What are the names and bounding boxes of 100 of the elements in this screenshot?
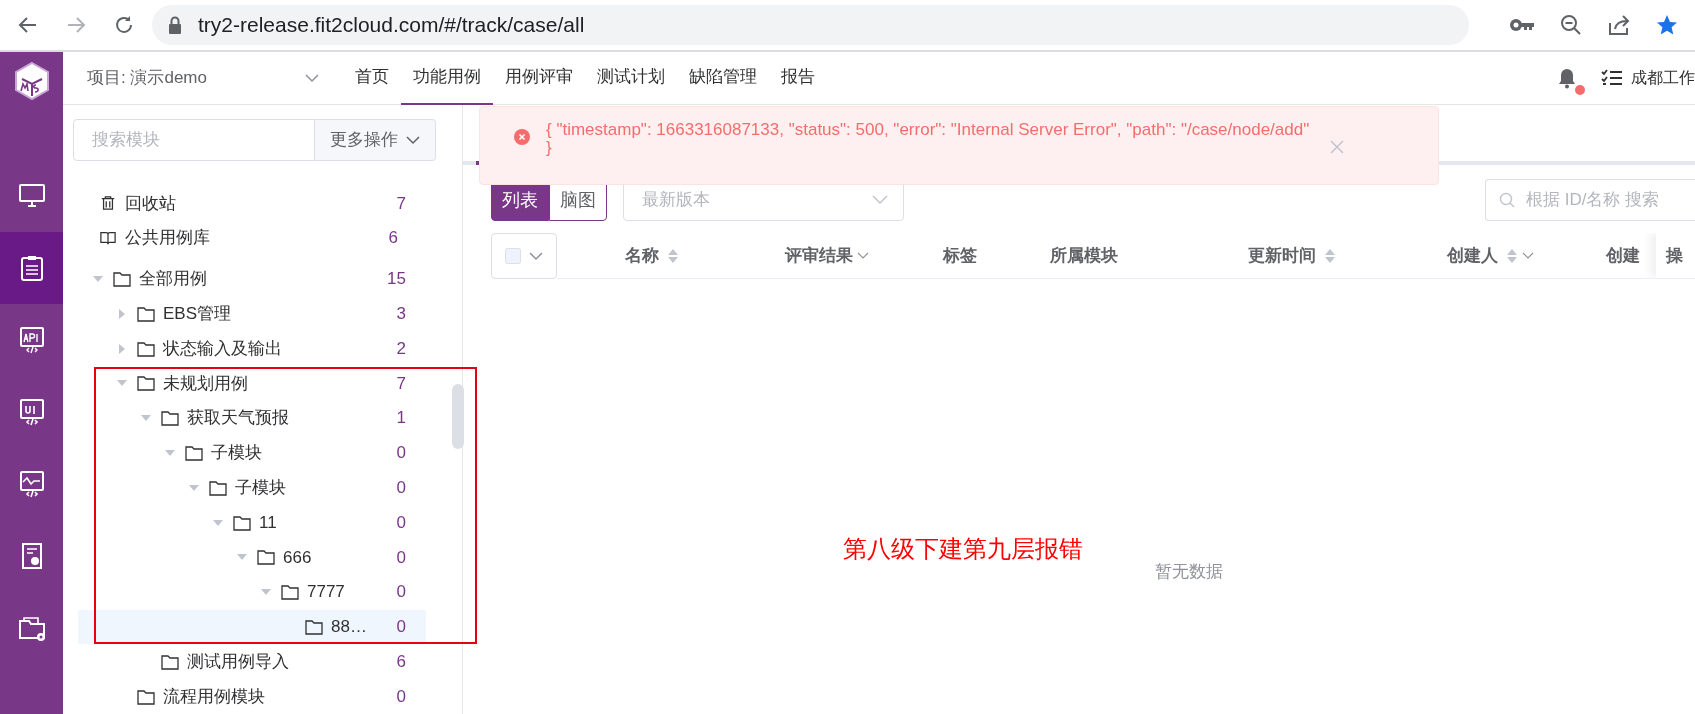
tree-label: EBS管理 xyxy=(163,303,232,326)
error-icon xyxy=(514,129,530,145)
workspace-name[interactable]: 成都工作 xyxy=(1631,66,1695,90)
folder-icon xyxy=(137,305,155,322)
tree-label: 全部用例 xyxy=(139,268,207,291)
tree-label: 子模块 xyxy=(235,477,286,499)
count-text: 0 xyxy=(396,616,406,639)
tree-label: 未规划用例 xyxy=(163,372,248,395)
count-text: 6 xyxy=(396,651,406,673)
toast-message: { "timestamp": 1663316087133, "status": 500, "error": "Internal Server Error", "path": "/case/node/add" } xyxy=(546,121,1310,159)
tree-row[interactable]: 666 0 xyxy=(78,539,426,575)
tree-row[interactable]: 11 0 xyxy=(78,505,426,540)
checkbox-icon[interactable] xyxy=(504,248,521,264)
sort-icon[interactable] xyxy=(1323,247,1336,264)
folder-icon xyxy=(257,549,275,566)
folder-icon xyxy=(185,444,203,461)
tree-row[interactable]: 流程用例模块 0 xyxy=(78,679,426,714)
count-text: 0 xyxy=(396,546,406,569)
share-icon[interactable] xyxy=(1607,13,1631,37)
collapse-handle[interactable] xyxy=(452,384,464,449)
folder-icon xyxy=(305,618,323,635)
notification-dot xyxy=(1575,85,1585,96)
project-select[interactable]: 项目: 演示demo xyxy=(63,65,343,91)
chevron-down-icon xyxy=(406,135,420,145)
more-actions-button[interactable]: 更多操作 xyxy=(315,119,436,161)
tree-row[interactable]: 子模块 0 xyxy=(78,435,426,471)
checklist-icon[interactable] xyxy=(1601,69,1623,87)
nav-tab[interactable]: 测试计划 xyxy=(585,51,677,105)
zoom-out-icon[interactable] xyxy=(1559,13,1583,37)
count-text: 2 xyxy=(396,337,406,360)
column-header[interactable]: 名称 xyxy=(624,242,679,269)
search-icon xyxy=(1499,192,1515,208)
lock-icon xyxy=(168,16,182,34)
tree-row[interactable]: 全部用例 15 xyxy=(78,261,426,297)
count-text: 0 xyxy=(396,511,406,534)
empty-text: 暂无数据 xyxy=(1155,561,1223,583)
folder-icon xyxy=(281,584,299,601)
column-header[interactable]: 更新时间 xyxy=(1247,242,1336,269)
star-icon[interactable] xyxy=(1655,13,1679,37)
folder-icon xyxy=(137,688,155,705)
sort-icon[interactable] xyxy=(1505,247,1518,264)
tree-label: 11 xyxy=(259,511,277,534)
close-icon xyxy=(1329,138,1346,155)
folder-icon xyxy=(137,340,155,357)
filter-chevron-icon[interactable] xyxy=(1521,251,1534,260)
folder-icon xyxy=(233,514,251,531)
column-header[interactable]: 所属模块 xyxy=(1050,242,1119,269)
tree-label: 测试用例导入 xyxy=(187,651,289,673)
column-header[interactable]: 创建 xyxy=(1605,242,1640,269)
count-text: 3 xyxy=(396,303,406,326)
folder-icon xyxy=(113,271,131,287)
chevron-down-icon xyxy=(872,195,888,205)
nav-tab[interactable]: 用例评审 xyxy=(493,51,585,105)
column-header[interactable]: 创建人 xyxy=(1446,242,1534,269)
annotation-text: 第八级下建第九层报错 xyxy=(843,534,1083,564)
folder-icon xyxy=(161,410,179,427)
tree-row[interactable]: 获取天气预报 1 xyxy=(78,400,426,436)
column-header[interactable]: 操 xyxy=(1665,242,1683,269)
column-header[interactable]: 评审结果 xyxy=(784,242,869,269)
count-text: 0 xyxy=(396,477,406,499)
count-text: 0 xyxy=(396,685,406,708)
nav-tab[interactable]: 首页 xyxy=(343,51,401,105)
nav-tab[interactable]: 功能用例 xyxy=(401,51,493,105)
count-text: 1 xyxy=(396,407,406,430)
sidebar-button[interactable] xyxy=(0,232,63,304)
module-label[interactable]: 回收站 xyxy=(125,190,176,217)
tree-row[interactable]: EBS管理 3 xyxy=(78,296,426,332)
search-field[interactable]: 根据 ID/名称 搜索 xyxy=(1485,179,1695,221)
tree-row[interactable]: 88… 0 xyxy=(78,609,426,645)
logo-icon[interactable] xyxy=(13,61,50,101)
tree-row[interactable]: 7777 0 xyxy=(78,574,426,610)
tree-row[interactable]: 未规划用例 7 xyxy=(78,366,426,401)
tree-label: 7777 xyxy=(307,581,345,604)
module-label[interactable]: 公共用例库 xyxy=(125,225,210,251)
count-text: 0 xyxy=(396,442,406,465)
nav-tab[interactable]: 报告 xyxy=(769,51,827,105)
folder-icon xyxy=(137,375,155,392)
search-field[interactable]: 搜索模块 xyxy=(73,119,315,161)
nav-tab[interactable]: 缺陷管理 xyxy=(677,51,769,105)
tree-label: 状态输入及输出 xyxy=(163,337,282,360)
column-header[interactable]: 标签 xyxy=(942,242,977,269)
count-text: 7 xyxy=(396,372,406,395)
tree-row[interactable]: 子模块 0 xyxy=(78,470,426,506)
filter-chevron-icon[interactable] xyxy=(856,251,869,260)
tree-label: 666 xyxy=(283,546,312,569)
count-text: 6 xyxy=(388,227,398,250)
sort-icon[interactable] xyxy=(666,247,679,264)
chevron-down-icon xyxy=(528,251,543,261)
tree-row[interactable]: 状态输入及输出 2 xyxy=(78,331,426,366)
folder-icon xyxy=(209,479,227,496)
tree-label: 88… xyxy=(331,616,367,639)
tree-label: 获取天气预报 xyxy=(187,407,289,430)
chevron-down-icon xyxy=(305,73,319,83)
tree-label: 子模块 xyxy=(211,442,262,465)
tree-row[interactable]: 测试用例导入 6 xyxy=(78,644,426,680)
trash-icon xyxy=(99,195,117,212)
book-icon xyxy=(99,230,117,247)
bell-icon[interactable] xyxy=(1557,67,1577,90)
count-text: 7 xyxy=(396,192,406,215)
key-icon[interactable] xyxy=(1509,18,1535,32)
